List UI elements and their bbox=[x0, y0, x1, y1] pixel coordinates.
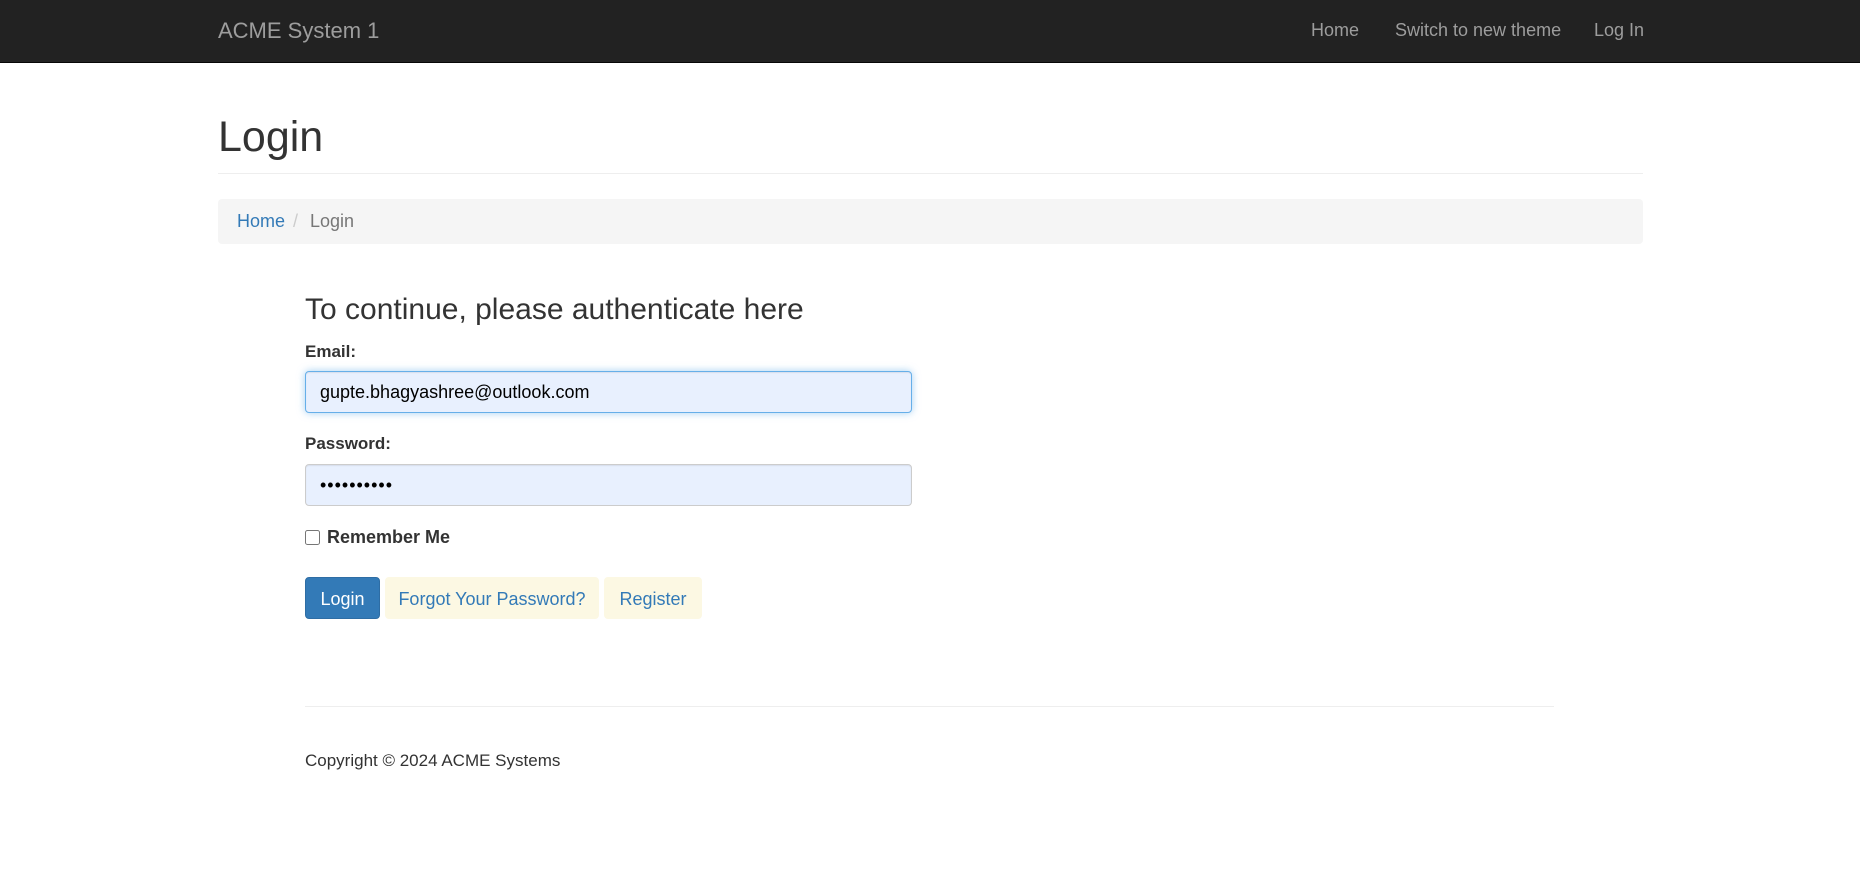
footer-divider bbox=[305, 706, 1554, 707]
footer-copyright: Copyright © 2024 ACME Systems bbox=[305, 751, 561, 770]
remember-me-checkbox[interactable] bbox=[305, 530, 320, 545]
login-button[interactable]: Login bbox=[305, 577, 380, 619]
nav-home-link[interactable]: Home bbox=[1311, 20, 1359, 41]
email-input[interactable] bbox=[305, 371, 912, 413]
breadcrumb: Home / Login bbox=[218, 199, 1643, 244]
register-button[interactable]: Register bbox=[604, 577, 702, 619]
header-divider bbox=[218, 173, 1643, 174]
password-input[interactable] bbox=[305, 464, 912, 506]
remember-me-label[interactable]: Remember Me bbox=[327, 527, 450, 548]
password-label: Password: bbox=[305, 434, 391, 453]
nav-switch-theme-link[interactable]: Switch to new theme bbox=[1395, 20, 1561, 41]
breadcrumb-home-link[interactable]: Home bbox=[237, 211, 285, 232]
email-label: Email: bbox=[305, 342, 357, 361]
login-form-heading: To continue, please authenticate here bbox=[305, 293, 804, 326]
page-title: Login bbox=[218, 113, 324, 161]
breadcrumb-current: Login bbox=[310, 211, 355, 231]
brand-link[interactable]: ACME System 1 bbox=[218, 18, 379, 44]
breadcrumb-separator: / bbox=[293, 211, 299, 231]
nav-login-link[interactable]: Log In bbox=[1594, 20, 1644, 41]
top-navbar: ACME System 1 Home Switch to new theme L… bbox=[0, 0, 1860, 63]
forgot-password-button[interactable]: Forgot Your Password? bbox=[385, 577, 599, 619]
